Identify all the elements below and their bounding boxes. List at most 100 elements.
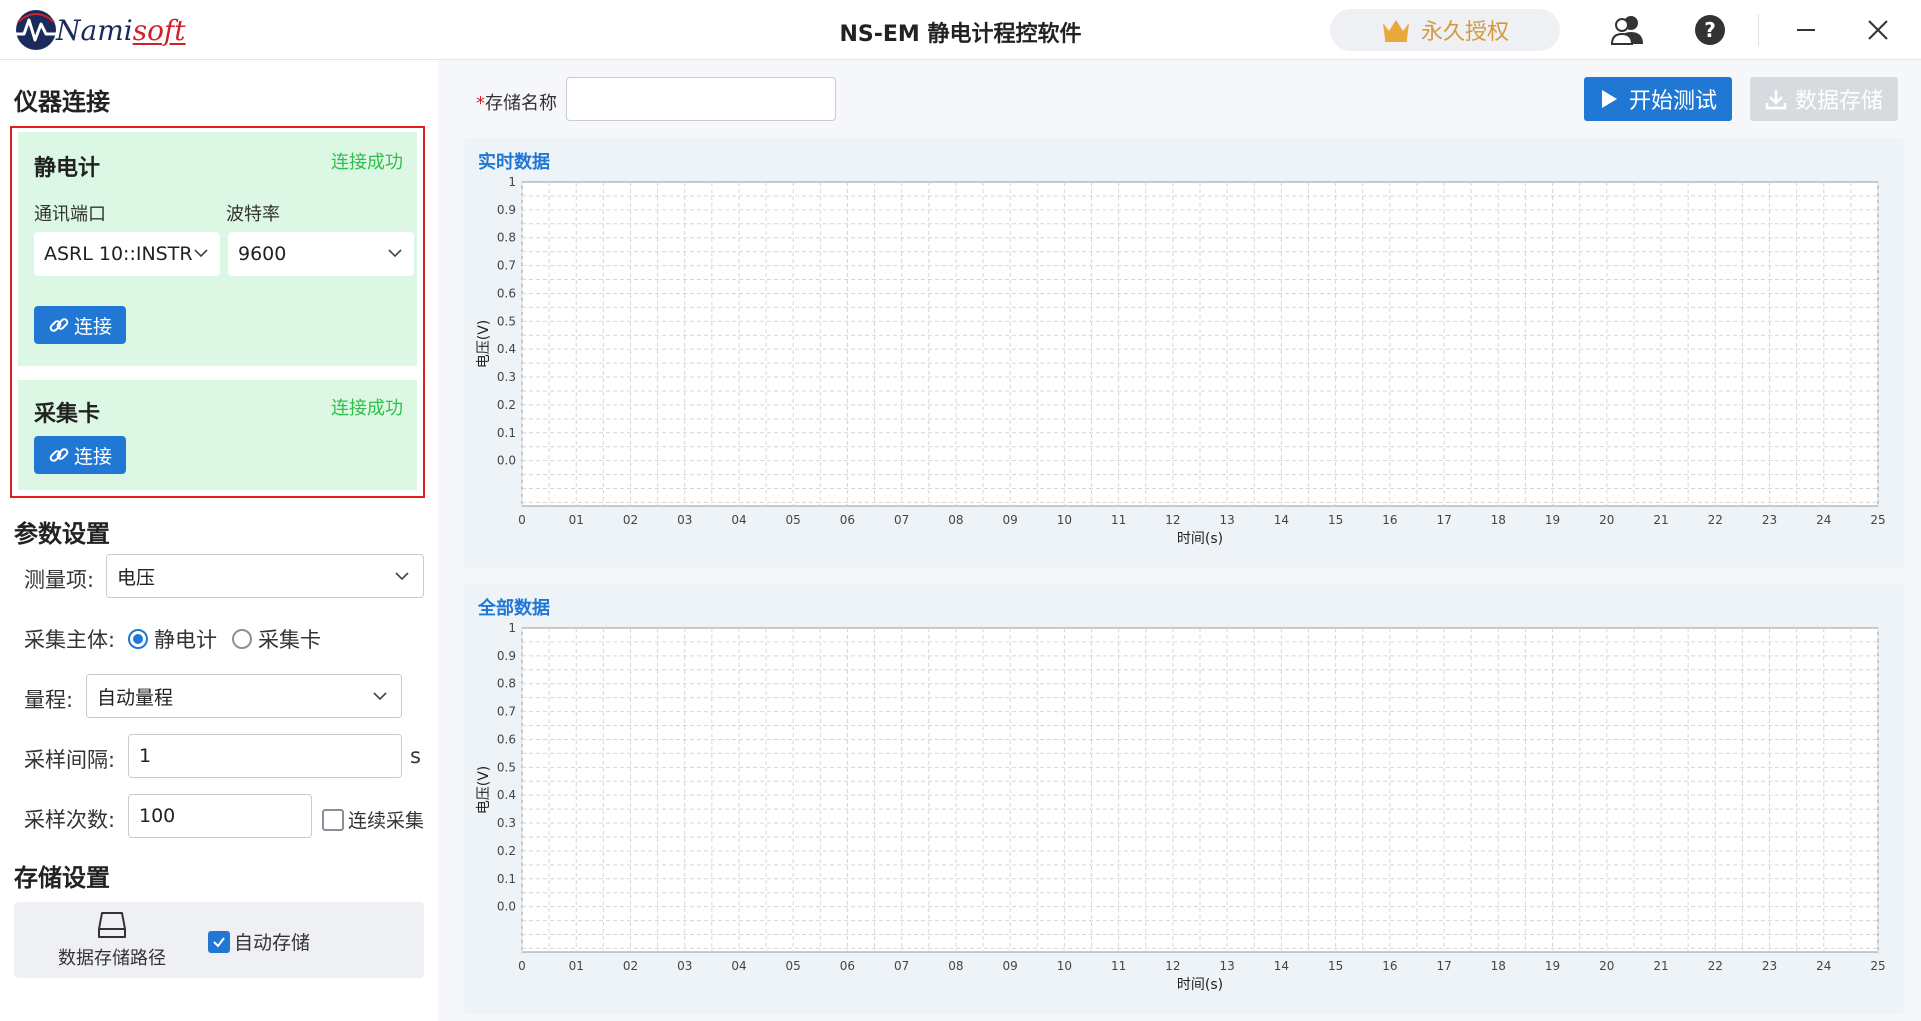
alldata-chart-card: 全部数据 0 01 02 03 04 05 06 07 08 09 10 11 12 13 14 15 16 17… — [464, 584, 1904, 1014]
y-axis-title: 电压(V) — [476, 320, 492, 369]
x-tick-label: 22 — [1708, 513, 1723, 527]
storage-name-input[interactable] — [566, 77, 836, 121]
radio-checked-icon — [128, 629, 148, 649]
interval-unit: s — [410, 744, 421, 768]
titlebar-divider — [1758, 14, 1759, 46]
y-tick-label: 0.4 — [497, 342, 516, 356]
x-tick-label: 12 — [1165, 513, 1180, 527]
x-tick-label: 15 — [1328, 513, 1343, 527]
x-tick-label: 11 — [1111, 513, 1126, 527]
baud-select[interactable]: 9600 — [228, 232, 414, 276]
start-test-button[interactable]: 开始测试 — [1584, 77, 1732, 121]
baud-value: 9600 — [238, 243, 287, 265]
x-tick-label: 03 — [677, 959, 692, 973]
subject-option-label: 静电计 — [154, 628, 217, 652]
brand-name: Namisoft — [56, 13, 186, 47]
x-tick-label: 22 — [1708, 959, 1723, 973]
y-tick-label: 0.5 — [497, 314, 516, 328]
x-tick-label: 20 — [1599, 959, 1614, 973]
y-tick-label: 0.8 — [497, 231, 516, 245]
storage-path-label: 数据存储路径 — [58, 948, 166, 969]
storage-name-label: *存储名称 — [476, 93, 557, 114]
x-tick-label: 01 — [569, 959, 584, 973]
radio-unchecked-icon — [232, 629, 252, 649]
range-label: 量程: — [24, 688, 74, 712]
y-tick-label: 0.6 — [497, 732, 516, 746]
x-tick-label: 14 — [1274, 959, 1289, 973]
y-tick-label: 0.8 — [497, 677, 516, 691]
y-tick-label: 0.7 — [497, 705, 516, 719]
play-icon — [1601, 90, 1617, 108]
range-value: 自动量程 — [97, 686, 174, 709]
save-data-button[interactable]: 数据存储 — [1750, 77, 1898, 121]
start-test-label: 开始测试 — [1628, 89, 1717, 114]
x-tick-label: 06 — [840, 513, 855, 527]
y-tick-label: 0.0 — [497, 454, 516, 468]
port-label: 通讯端口 — [34, 204, 106, 225]
license-badge[interactable]: 永久授权 — [1330, 9, 1560, 51]
electrometer-connect-label: 连接 — [74, 315, 113, 338]
crown-icon — [1382, 20, 1409, 42]
x-tick-label: 07 — [894, 959, 909, 973]
x-tick-label: 16 — [1382, 513, 1397, 527]
x-tick-label: 0 — [518, 513, 526, 527]
minimize-icon[interactable] — [1788, 12, 1824, 48]
x-tick-label: 23 — [1762, 513, 1777, 527]
download-icon — [1765, 90, 1787, 110]
port-select[interactable]: ASRL 10::INSTR — [34, 232, 220, 276]
y-tick-label: 0.2 — [497, 844, 516, 858]
x-tick-label: 17 — [1436, 959, 1451, 973]
license-label: 永久授权 — [1420, 20, 1509, 45]
title-bar: Namisoft NS-EM 静电计程控软件 永久授权 ? — [0, 0, 1921, 60]
y-tick-label: 0.4 — [497, 788, 516, 802]
storage-drive-icon — [98, 912, 126, 938]
subject-label: 采集主体: — [24, 628, 116, 652]
interval-input[interactable]: 1 — [128, 734, 402, 778]
chevron-down-icon — [388, 249, 402, 258]
x-tick-label: 10 — [1057, 959, 1072, 973]
x-tick-label: 07 — [894, 513, 909, 527]
count-input[interactable]: 100 — [128, 794, 312, 838]
users-icon[interactable] — [1610, 12, 1646, 48]
interval-label: 采样间隔: — [24, 748, 116, 772]
y-tick-label: 0.9 — [497, 203, 516, 217]
continuous-checkbox[interactable]: 连续采集 — [322, 806, 424, 833]
daq-card: 采集卡 连接成功 连接 — [18, 380, 417, 490]
close-icon[interactable] — [1860, 12, 1896, 48]
x-tick-label: 21 — [1653, 959, 1668, 973]
x-tick-label: 08 — [948, 513, 963, 527]
continuous-label: 连续采集 — [348, 810, 425, 832]
help-icon[interactable]: ? — [1692, 12, 1728, 48]
x-tick-label: 15 — [1328, 959, 1343, 973]
chevron-down-icon — [395, 572, 409, 581]
x-tick-label: 19 — [1545, 959, 1560, 973]
y-tick-label: 0.2 — [497, 398, 516, 412]
y-tick-label: 0.9 — [497, 649, 516, 663]
x-tick-label: 04 — [731, 513, 746, 527]
checkbox-unchecked-icon — [322, 808, 344, 831]
subject-radio-daq[interactable]: 采集卡 — [232, 624, 321, 654]
x-tick-label: 04 — [731, 959, 746, 973]
electrometer-name: 静电计 — [34, 156, 101, 181]
range-select[interactable]: 自动量程 — [86, 674, 402, 718]
auto-save-checkbox[interactable]: 自动存储 — [208, 928, 310, 955]
storage-settings-box: 数据存储路径 自动存储 — [14, 902, 424, 978]
chevron-down-icon — [194, 249, 208, 258]
y-tick-label: 0.6 — [497, 286, 516, 300]
save-data-label: 数据存储 — [1794, 89, 1883, 114]
y-tick-label: 0.1 — [497, 426, 516, 440]
checkbox-checked-icon — [208, 930, 230, 953]
x-tick-label: 25 — [1870, 513, 1885, 527]
baud-label: 波特率 — [226, 204, 280, 225]
daq-connect-button[interactable]: 连接 — [34, 436, 127, 474]
x-axis-title: 时间(s) — [1177, 531, 1223, 547]
electrometer-card: 静电计 连接成功 通讯端口 波特率 ASRL 10::INSTR 9600 连接 — [18, 132, 417, 366]
section-title-storage: 存储设置 — [14, 864, 110, 892]
x-tick-label: 19 — [1545, 513, 1560, 527]
subject-radio-electrometer[interactable]: 静电计 — [128, 624, 217, 654]
x-tick-label: 13 — [1219, 513, 1234, 527]
chevron-down-icon — [373, 692, 387, 701]
storage-path-button[interactable]: 数据存储路径 — [42, 910, 182, 974]
measure-select[interactable]: 电压 — [106, 554, 424, 598]
electrometer-connect-button[interactable]: 连接 — [34, 306, 127, 344]
